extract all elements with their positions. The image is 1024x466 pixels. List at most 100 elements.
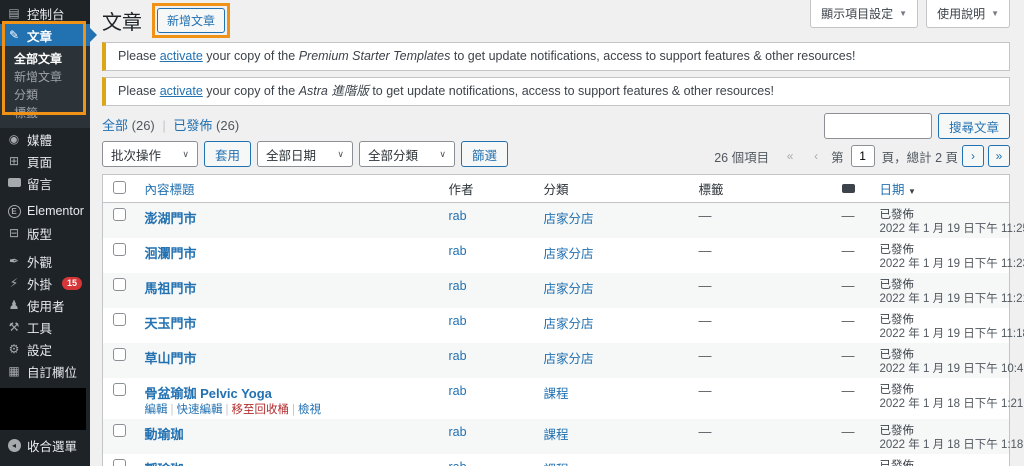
trash-link[interactable]: 移至回收桶 <box>232 404 290 416</box>
post-title-link[interactable]: 馬祖門市 <box>145 281 197 296</box>
sidebar-item-pages[interactable]: ⊞ 頁面 <box>0 150 90 172</box>
row-checkbox[interactable] <box>113 208 126 221</box>
author-link[interactable]: rab <box>449 279 467 293</box>
sidebar-item-label: Elementor <box>27 204 84 218</box>
previous-page-button: ‹ <box>805 145 827 167</box>
category-link[interactable]: 店家分店 <box>544 352 594 366</box>
post-title-link[interactable]: 靜瑜珈 <box>145 462 184 466</box>
row-checkbox[interactable] <box>113 424 126 437</box>
sidebar-subitem-tags[interactable]: 標籤 <box>0 104 90 122</box>
elementor-icon: E <box>7 204 21 219</box>
category-link[interactable]: 課程 <box>544 428 569 442</box>
screen-options-label: 顯示項目設定 <box>821 5 893 22</box>
row-action-link[interactable]: 快速編輯 <box>177 404 223 416</box>
appearance-icon: ✒ <box>7 255 21 267</box>
author-link[interactable]: rab <box>449 349 467 363</box>
sidebar-item-label: 版型 <box>27 224 52 243</box>
sidebar-item-media[interactable]: ◉媒體 <box>0 128 90 150</box>
post-date: 2022 年 1 月 19 日下午 11:23 <box>880 257 1000 271</box>
category-link[interactable]: 店家分店 <box>544 212 594 226</box>
apply-button[interactable]: 套用 <box>204 141 251 167</box>
redacted-region <box>0 388 86 430</box>
sidebar-subitem-categories[interactable]: 分類 <box>0 86 90 104</box>
sidebar-item-templates[interactable]: ⊟版型 <box>0 222 90 244</box>
sidebar-item-settings[interactable]: ⚙設定 <box>0 338 90 360</box>
pages-icon: ⊞ <box>7 155 21 167</box>
post-status: 已發佈 <box>880 243 1000 257</box>
row-action-link[interactable]: 檢視 <box>298 404 321 416</box>
author-link[interactable]: rab <box>449 425 467 439</box>
sidebar-item-custom-fields[interactable]: ▦自訂欄位 <box>0 360 90 382</box>
next-page-button[interactable]: › <box>962 145 984 167</box>
post-date: 2022 年 1 月 19 日下午 11:21 <box>880 292 1000 306</box>
date-filter-select[interactable]: 全部日期 ∨ <box>257 141 353 167</box>
category-link[interactable]: 店家分店 <box>544 247 594 261</box>
tags-value: — <box>699 313 712 328</box>
add-new-post-button[interactable]: 新增文章 <box>157 8 225 33</box>
sidebar-item-label: 頁面 <box>27 152 52 171</box>
sidebar-subitem-add-new-post[interactable]: 新增文章 <box>0 68 90 86</box>
author-link[interactable]: rab <box>449 314 467 328</box>
last-page-button[interactable]: » <box>988 145 1010 167</box>
settings-icon: ⚙ <box>7 343 21 355</box>
post-title-link[interactable]: 澎湖門市 <box>145 211 197 226</box>
pushpin-icon: ✎ <box>7 29 21 41</box>
author-link[interactable]: rab <box>449 384 467 398</box>
row-checkbox[interactable] <box>113 313 126 326</box>
sidebar-item-collapse-menu[interactable]: ◂收合選單 <box>0 434 90 456</box>
sidebar-item-appearance[interactable]: ✒外觀 <box>0 250 90 272</box>
posts-table: 內容標題 作者 分類 標籤 日期 ▼ 澎湖門市rab店家分店——已發佈2022 … <box>102 174 1010 466</box>
sidebar-item-comments[interactable]: 留言 <box>0 172 90 194</box>
category-link[interactable]: 店家分店 <box>544 282 594 296</box>
column-header-date[interactable]: 日期 ▼ <box>880 183 916 197</box>
column-header-title[interactable]: 內容標題 <box>145 183 195 197</box>
page-label-prefix: 第 <box>831 147 844 166</box>
post-status: 已發佈 <box>880 278 1000 292</box>
select-all-checkbox[interactable] <box>113 181 126 194</box>
sidebar-item-users[interactable]: ♟使用者 <box>0 294 90 316</box>
search-posts-button[interactable]: 搜尋文章 <box>938 113 1010 139</box>
activate-link[interactable]: activate <box>160 84 203 98</box>
row-action-link[interactable]: 編輯 <box>145 404 168 416</box>
post-title-link[interactable]: 骨盆瑜珈 Pelvic Yoga <box>145 386 272 401</box>
author-link[interactable]: rab <box>449 209 467 223</box>
author-link[interactable]: rab <box>449 460 467 466</box>
category-link[interactable]: 店家分店 <box>544 317 594 331</box>
author-link[interactable]: rab <box>449 244 467 258</box>
category-filter-select[interactable]: 全部分類 ∨ <box>359 141 455 167</box>
column-header-tags: 標籤 <box>699 183 724 197</box>
table-row: 靜瑜珈rab課程——已發佈2022 年 1 月 18 日下午 1:16 <box>103 454 1010 466</box>
comments-column-icon <box>842 184 855 193</box>
sidebar-item-dashboard[interactable]: ▤控制台 <box>0 2 90 24</box>
view-all-link[interactable]: 全部 <box>102 118 128 133</box>
post-title-link[interactable]: 天玉門市 <box>145 316 197 331</box>
category-link[interactable]: 課程 <box>544 387 569 401</box>
row-checkbox[interactable] <box>113 243 126 256</box>
annotation-box-add-new: 新增文章 <box>152 3 230 38</box>
activate-link[interactable]: activate <box>160 49 203 63</box>
current-page-input[interactable] <box>851 145 875 167</box>
column-header-author: 作者 <box>449 183 474 197</box>
view-published-link[interactable]: 已發佈 <box>173 118 212 133</box>
bulk-actions-select[interactable]: 批次操作 ∨ <box>102 141 198 167</box>
screen-options-button[interactable]: 顯示項目設定 ▼ <box>810 0 918 28</box>
sidebar-item-tools[interactable]: ⚒工具 <box>0 316 90 338</box>
help-button[interactable]: 使用說明 ▼ <box>926 0 1010 28</box>
sidebar-subitem-all-posts[interactable]: 全部文章 <box>0 50 90 68</box>
sidebar-item-elementor[interactable]: E Elementor <box>0 200 90 222</box>
divider: | <box>171 404 174 416</box>
table-row: 動瑜珈rab課程——已發佈2022 年 1 月 18 日下午 1:18 <box>103 419 1010 454</box>
post-title-link[interactable]: 洄瀾門市 <box>145 246 197 261</box>
row-checkbox[interactable] <box>113 459 126 466</box>
search-input[interactable] <box>824 113 932 139</box>
row-checkbox[interactable] <box>113 383 126 396</box>
category-filter-label: 全部分類 <box>368 145 418 164</box>
filter-button[interactable]: 篩選 <box>461 141 508 167</box>
post-title-link[interactable]: 動瑜珈 <box>145 427 184 442</box>
sidebar-item-label: 文章 <box>27 26 52 45</box>
row-checkbox[interactable] <box>113 278 126 291</box>
sidebar-item-plugins[interactable]: ⚡外掛15 <box>0 272 90 294</box>
sidebar-item-posts[interactable]: ✎ 文章 <box>0 24 90 46</box>
row-checkbox[interactable] <box>113 348 126 361</box>
post-title-link[interactable]: 草山門市 <box>145 351 197 366</box>
